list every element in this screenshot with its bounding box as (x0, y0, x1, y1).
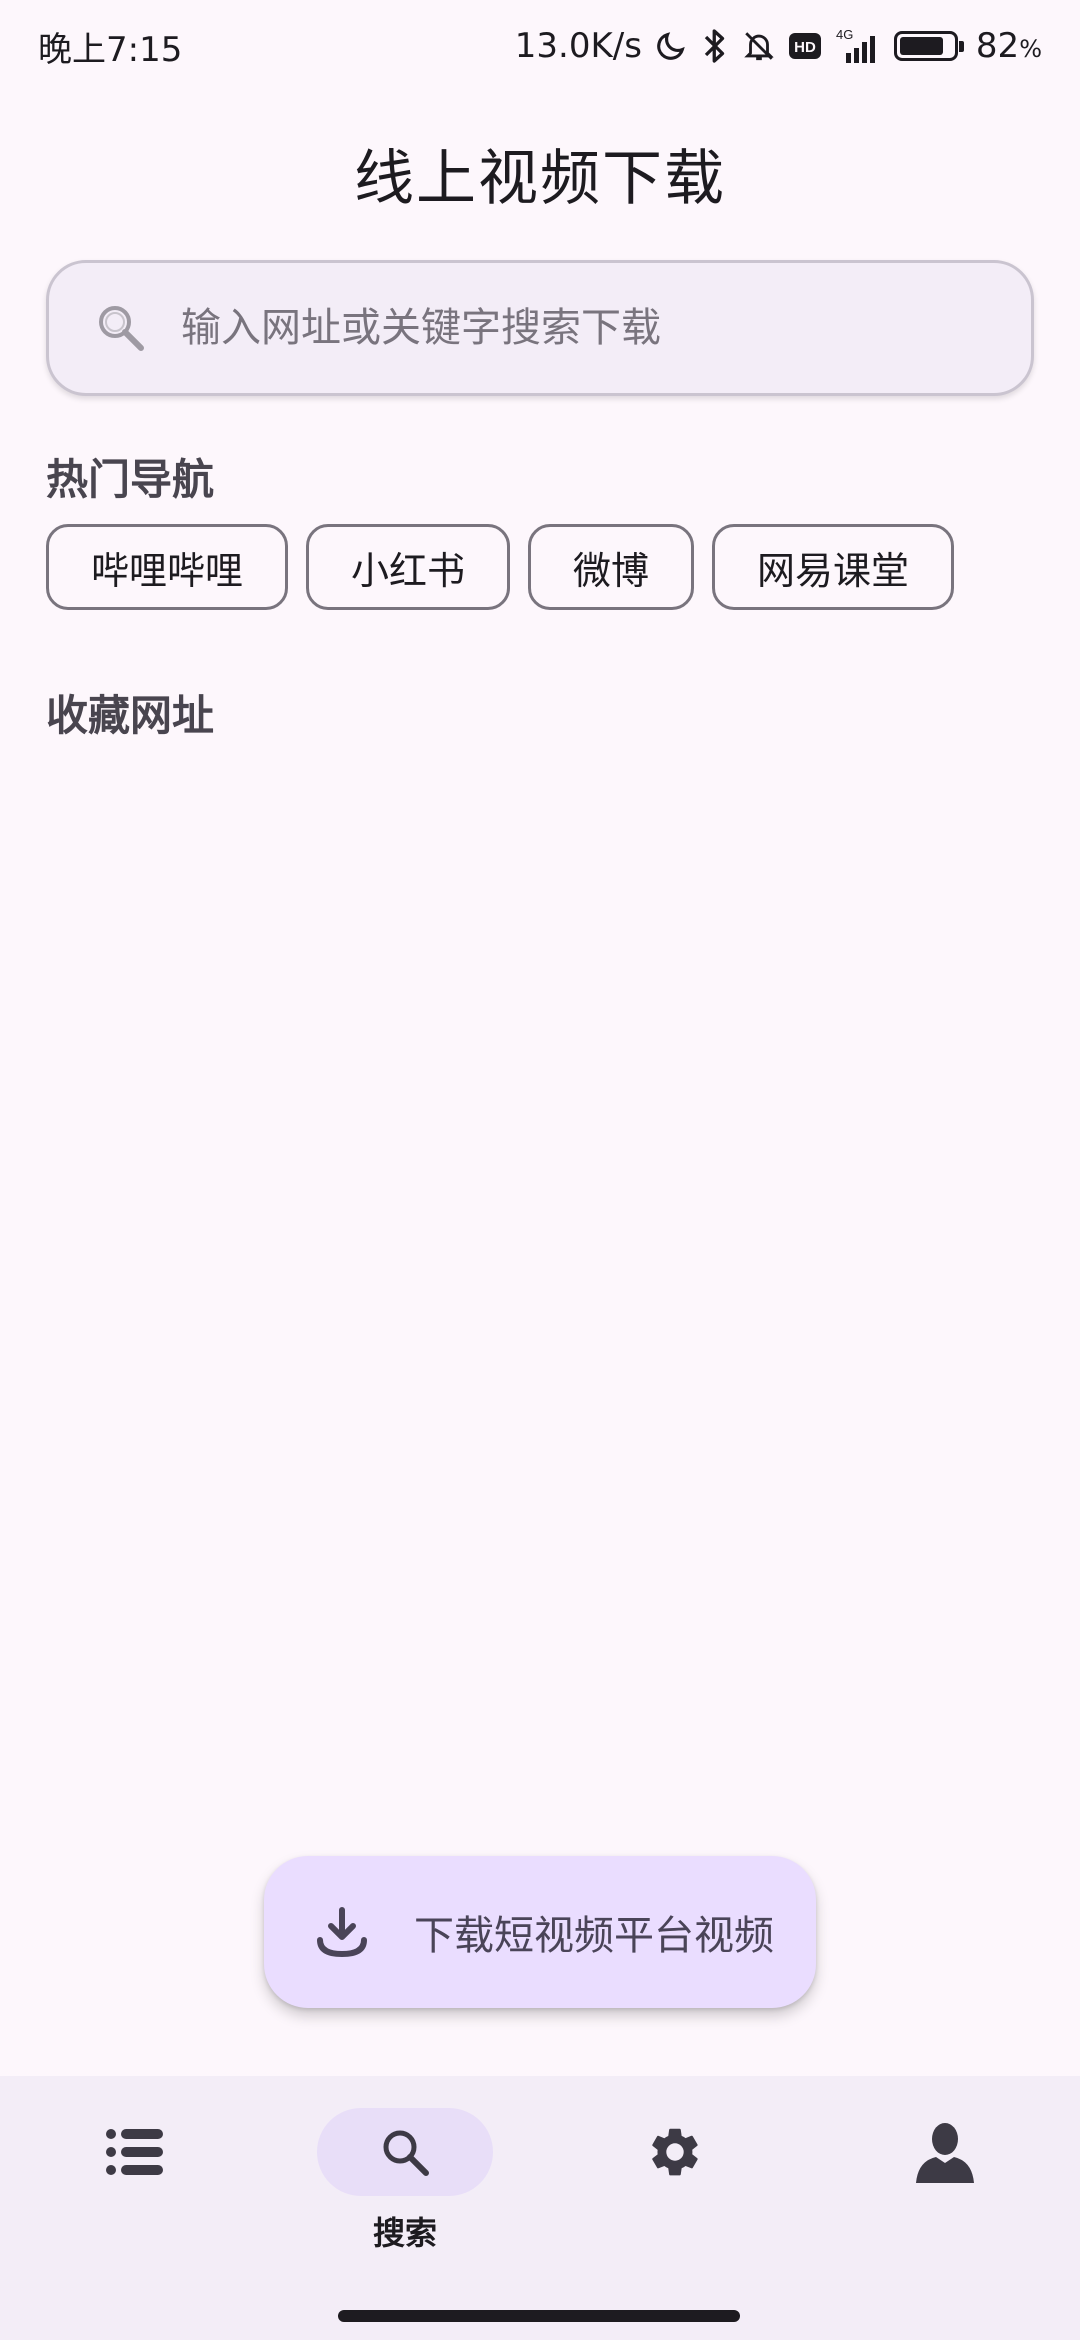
hd-badge-text: HD (794, 39, 816, 56)
search-bar[interactable] (46, 260, 1034, 396)
nav-item-profile[interactable] (810, 2076, 1080, 2340)
person-icon (916, 2123, 974, 2183)
download-icon (317, 1907, 367, 1958)
hd-icon: HD (788, 31, 822, 61)
home-indicator (338, 2310, 740, 2322)
screen: 晚上7:15 13.0K/s HD 4G 82% 线上视频下载 输入网址或关键字… (0, 0, 1080, 2340)
hot-nav-chips: 哔哩哔哩 小红书 微博 网易课堂 (46, 524, 955, 610)
nav-item-list[interactable] (0, 2076, 270, 2340)
moon-icon (654, 29, 688, 63)
nav-label-search: 搜索 (372, 2214, 437, 2252)
battery-fill (899, 37, 943, 55)
gear-icon (652, 2128, 698, 2176)
battery-percent: 82% (976, 26, 1042, 66)
status-bar: 晚上7:15 13.0K/s HD 4G 82% (0, 0, 1080, 92)
nav-item-search[interactable]: 搜索 (270, 2076, 540, 2340)
nav-item-settings[interactable] (540, 2076, 810, 2340)
nav-indicator (587, 2108, 763, 2196)
net-speed: 13.0K/s (514, 26, 642, 66)
fab-label: 下载短视频平台视频 (414, 1913, 774, 1959)
chip-bilibili[interactable]: 哔哩哔哩 (46, 524, 289, 610)
bluetooth-icon (700, 28, 730, 64)
battery-percent-unit: % (1019, 35, 1042, 63)
search-input[interactable] (181, 305, 1031, 351)
list-icon (106, 2129, 163, 2175)
nav-indicator-active (317, 2108, 493, 2196)
chip-netease-classroom[interactable]: 网易课堂 (712, 524, 955, 610)
chip-weibo[interactable]: 微博 (528, 524, 695, 610)
chip-xiaohongshu[interactable]: 小红书 (306, 524, 511, 610)
nav-indicator (47, 2108, 223, 2196)
hot-nav-title: 热门导航 (46, 455, 215, 504)
battery-percent-value: 82 (975, 26, 1020, 66)
bottom-nav: 搜索 (0, 2076, 1080, 2340)
network-type-text: 4G (836, 27, 853, 42)
status-icons: 13.0K/s HD 4G 82% (515, 26, 1042, 66)
search-icon (99, 306, 144, 351)
page-title: 线上视频下载 (354, 144, 726, 214)
status-time: 晚上7:15 (38, 29, 183, 70)
download-short-video-button[interactable]: 下载短视频平台视频 (264, 1856, 816, 2008)
signal-icon: 4G (834, 27, 882, 65)
search-icon (383, 2130, 429, 2176)
favorites-title: 收藏网址 (46, 691, 215, 740)
bell-off-icon (742, 28, 776, 64)
nav-indicator (857, 2108, 1033, 2196)
battery-icon (893, 31, 964, 61)
